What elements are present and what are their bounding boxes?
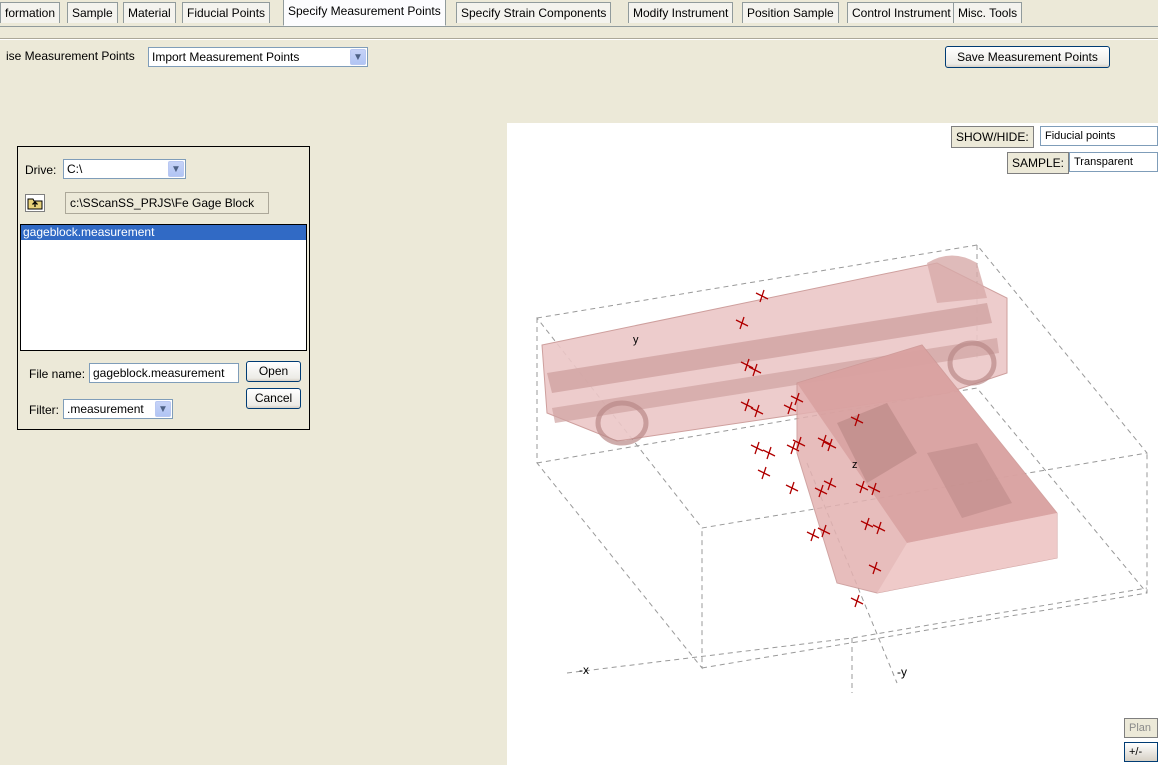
plus-minus-button[interactable]: +/- [1124, 742, 1158, 762]
show-hide-value: Fiducial points [1045, 130, 1116, 142]
open-button[interactable]: Open [246, 361, 301, 382]
filter-select-value: .measurement [67, 402, 144, 416]
tab-sample[interactable]: Sample [67, 2, 118, 23]
drive-select[interactable]: C:\ ▼ [63, 159, 186, 179]
measurement-point-marker [806, 528, 820, 542]
tab-specify-strain-components[interactable]: Specify Strain Components [456, 2, 612, 23]
drive-label: Drive: [25, 163, 57, 177]
tab-misc-tools[interactable]: Misc. Tools [953, 2, 1023, 23]
current-path: c:\SScanSS_PRJS\Fe Gage Block [65, 192, 269, 214]
plane-button[interactable]: Plan [1124, 718, 1158, 738]
axis-label-neg-y: -y [897, 665, 907, 679]
chevron-down-icon[interactable]: ▼ [155, 401, 171, 417]
mode-select[interactable]: Import Measurement Points ▼ [148, 47, 368, 67]
axis-label-z: z [852, 459, 858, 471]
measurement-point-marker [757, 466, 771, 480]
tab-fiducial-points[interactable]: Fiducial Points [182, 2, 271, 23]
chevron-down-icon[interactable]: ▼ [168, 161, 184, 177]
3d-viewer[interactable]: -x -y z y SHOW/HIDE: Fiducial points SAM… [507, 123, 1158, 765]
divider [0, 39, 1158, 40]
show-hide-select[interactable]: Fiducial points [1040, 126, 1158, 146]
axis-label-neg-x: -x [579, 663, 589, 677]
sample-value: Transparent [1074, 156, 1133, 168]
mode-label: ise Measurement Points [6, 49, 135, 63]
show-hide-label: SHOW/HIDE: [951, 126, 1034, 148]
drive-select-value: C:\ [67, 162, 83, 176]
file-name-input[interactable]: gageblock.measurement [89, 363, 239, 383]
sample-label: SAMPLE: [1007, 152, 1070, 174]
measurement-point-marker [762, 446, 776, 460]
measurement-point-marker [785, 481, 799, 495]
file-list-item[interactable]: gageblock.measurement [21, 225, 306, 240]
tab-information[interactable]: formation [0, 2, 61, 23]
save-measurement-points-button[interactable]: Save Measurement Points [945, 46, 1110, 68]
tab-control-instrument[interactable]: Control Instrument [847, 2, 956, 23]
axis-label-y: y [633, 334, 639, 346]
tab-position-sample[interactable]: Position Sample [742, 2, 839, 23]
tab-bar: formation Sample Material Fiducial Point… [0, 0, 1158, 27]
tab-material[interactable]: Material [123, 2, 176, 23]
file-name-label: File name: [29, 367, 86, 381]
filter-label: Filter: [29, 403, 59, 417]
file-browser-panel: Drive: C:\ ▼ c:\SScanSS_PRJS\Fe Gage Blo… [17, 146, 310, 430]
filter-select[interactable]: .measurement ▼ [63, 399, 173, 419]
chevron-down-icon[interactable]: ▼ [350, 49, 366, 65]
measurement-point-marker [750, 441, 764, 455]
sample-model-render[interactable]: -x -y z y [507, 123, 1158, 765]
tab-modify-instrument[interactable]: Modify Instrument [628, 2, 734, 23]
tab-specify-measurement-points[interactable]: Specify Measurement Points [283, 0, 446, 26]
sample-mesh [541, 255, 1058, 594]
sample-select[interactable]: Transparent [1069, 152, 1158, 172]
cancel-button[interactable]: Cancel [246, 388, 301, 409]
mode-select-value: Import Measurement Points [152, 50, 300, 64]
folder-up-icon[interactable] [25, 194, 45, 212]
file-name-value: gageblock.measurement [93, 366, 225, 380]
file-list[interactable]: gageblock.measurement [20, 224, 307, 351]
